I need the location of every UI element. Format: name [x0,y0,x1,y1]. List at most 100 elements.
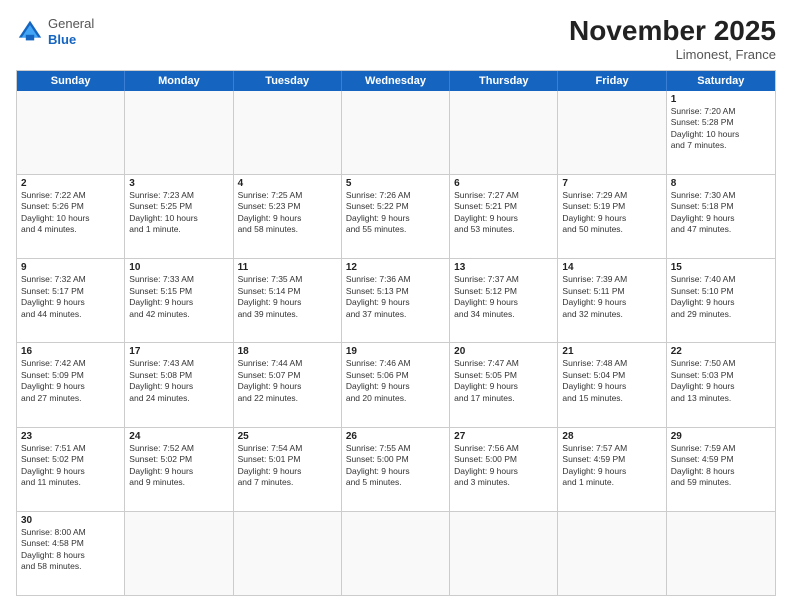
cell-date: 8 [671,178,771,189]
cell-info: Sunrise: 7:50 AM Sunset: 5:03 PM Dayligh… [671,358,771,404]
cell-date: 26 [346,431,445,442]
cell-info: Sunrise: 7:29 AM Sunset: 5:19 PM Dayligh… [562,190,661,236]
cell-info: Sunrise: 7:54 AM Sunset: 5:01 PM Dayligh… [238,443,337,489]
calendar-cell: 11Sunrise: 7:35 AM Sunset: 5:14 PM Dayli… [234,259,342,342]
cell-date: 14 [562,262,661,273]
calendar-cell: 1Sunrise: 7:20 AM Sunset: 5:28 PM Daylig… [667,91,775,174]
cell-info: Sunrise: 7:23 AM Sunset: 5:25 PM Dayligh… [129,190,228,236]
cell-date: 7 [562,178,661,189]
calendar-row-3: 16Sunrise: 7:42 AM Sunset: 5:09 PM Dayli… [17,342,775,426]
calendar-cell: 23Sunrise: 7:51 AM Sunset: 5:02 PM Dayli… [17,428,125,511]
calendar-cell: 15Sunrise: 7:40 AM Sunset: 5:10 PM Dayli… [667,259,775,342]
cell-date: 20 [454,346,553,357]
calendar-cell: 18Sunrise: 7:44 AM Sunset: 5:07 PM Dayli… [234,343,342,426]
cell-date: 23 [21,431,120,442]
calendar-cell [17,91,125,174]
calendar-cell: 4Sunrise: 7:25 AM Sunset: 5:23 PM Daylig… [234,175,342,258]
day-header-tuesday: Tuesday [234,71,342,91]
calendar-cell: 29Sunrise: 7:59 AM Sunset: 4:59 PM Dayli… [667,428,775,511]
calendar-cell: 2Sunrise: 7:22 AM Sunset: 5:26 PM Daylig… [17,175,125,258]
cell-date: 24 [129,431,228,442]
calendar-cell: 22Sunrise: 7:50 AM Sunset: 5:03 PM Dayli… [667,343,775,426]
day-header-saturday: Saturday [667,71,775,91]
cell-info: Sunrise: 7:32 AM Sunset: 5:17 PM Dayligh… [21,274,120,320]
calendar-cell: 17Sunrise: 7:43 AM Sunset: 5:08 PM Dayli… [125,343,233,426]
calendar-cell [234,512,342,595]
cell-info: Sunrise: 7:40 AM Sunset: 5:10 PM Dayligh… [671,274,771,320]
day-headers: SundayMondayTuesdayWednesdayThursdayFrid… [17,71,775,91]
calendar-cell: 10Sunrise: 7:33 AM Sunset: 5:15 PM Dayli… [125,259,233,342]
cell-date: 1 [671,94,771,105]
cell-info: Sunrise: 7:48 AM Sunset: 5:04 PM Dayligh… [562,358,661,404]
header: General Blue November 2025 Limonest, Fra… [16,16,776,62]
cell-info: Sunrise: 7:55 AM Sunset: 5:00 PM Dayligh… [346,443,445,489]
calendar-row-0: 1Sunrise: 7:20 AM Sunset: 5:28 PM Daylig… [17,91,775,174]
cell-date: 6 [454,178,553,189]
cell-info: Sunrise: 7:36 AM Sunset: 5:13 PM Dayligh… [346,274,445,320]
cell-info: Sunrise: 7:46 AM Sunset: 5:06 PM Dayligh… [346,358,445,404]
calendar-cell [450,91,558,174]
calendar-row-1: 2Sunrise: 7:22 AM Sunset: 5:26 PM Daylig… [17,174,775,258]
cell-date: 22 [671,346,771,357]
cell-date: 13 [454,262,553,273]
cell-date: 5 [346,178,445,189]
cell-date: 28 [562,431,661,442]
calendar-cell [558,512,666,595]
day-header-monday: Monday [125,71,233,91]
cell-info: Sunrise: 7:52 AM Sunset: 5:02 PM Dayligh… [129,443,228,489]
calendar-cell: 14Sunrise: 7:39 AM Sunset: 5:11 PM Dayli… [558,259,666,342]
calendar-cell [234,91,342,174]
cell-date: 25 [238,431,337,442]
cell-info: Sunrise: 7:39 AM Sunset: 5:11 PM Dayligh… [562,274,661,320]
title-block: November 2025 Limonest, France [569,16,776,62]
location: Limonest, France [569,47,776,62]
calendar-cell [558,91,666,174]
calendar-cell: 25Sunrise: 7:54 AM Sunset: 5:01 PM Dayli… [234,428,342,511]
calendar: SundayMondayTuesdayWednesdayThursdayFrid… [16,70,776,596]
cell-date: 19 [346,346,445,357]
calendar-cell [125,512,233,595]
page: General Blue November 2025 Limonest, Fra… [0,0,792,612]
calendar-cell: 7Sunrise: 7:29 AM Sunset: 5:19 PM Daylig… [558,175,666,258]
calendar-cell: 19Sunrise: 7:46 AM Sunset: 5:06 PM Dayli… [342,343,450,426]
cell-info: Sunrise: 7:35 AM Sunset: 5:14 PM Dayligh… [238,274,337,320]
cell-date: 29 [671,431,771,442]
cell-date: 4 [238,178,337,189]
cell-info: Sunrise: 7:37 AM Sunset: 5:12 PM Dayligh… [454,274,553,320]
cell-info: Sunrise: 7:22 AM Sunset: 5:26 PM Dayligh… [21,190,120,236]
cell-date: 2 [21,178,120,189]
calendar-cell: 27Sunrise: 7:56 AM Sunset: 5:00 PM Dayli… [450,428,558,511]
calendar-cell [342,512,450,595]
cell-date: 27 [454,431,553,442]
calendar-cell: 26Sunrise: 7:55 AM Sunset: 5:00 PM Dayli… [342,428,450,511]
cell-info: Sunrise: 7:59 AM Sunset: 4:59 PM Dayligh… [671,443,771,489]
calendar-cell [125,91,233,174]
cell-date: 3 [129,178,228,189]
calendar-cell: 20Sunrise: 7:47 AM Sunset: 5:05 PM Dayli… [450,343,558,426]
cell-info: Sunrise: 7:57 AM Sunset: 4:59 PM Dayligh… [562,443,661,489]
cell-info: Sunrise: 7:33 AM Sunset: 5:15 PM Dayligh… [129,274,228,320]
cell-date: 11 [238,262,337,273]
logo-blue-text: Blue [48,32,76,47]
calendar-cell: 3Sunrise: 7:23 AM Sunset: 5:25 PM Daylig… [125,175,233,258]
cell-info: Sunrise: 7:30 AM Sunset: 5:18 PM Dayligh… [671,190,771,236]
calendar-cell: 9Sunrise: 7:32 AM Sunset: 5:17 PM Daylig… [17,259,125,342]
calendar-cell [450,512,558,595]
cell-info: Sunrise: 7:25 AM Sunset: 5:23 PM Dayligh… [238,190,337,236]
logo-general-text: General [48,16,94,31]
cell-date: 30 [21,515,120,526]
cell-date: 9 [21,262,120,273]
calendar-cell [667,512,775,595]
cell-info: Sunrise: 8:00 AM Sunset: 4:58 PM Dayligh… [21,527,120,573]
day-header-sunday: Sunday [17,71,125,91]
calendar-cell: 21Sunrise: 7:48 AM Sunset: 5:04 PM Dayli… [558,343,666,426]
calendar-cell: 8Sunrise: 7:30 AM Sunset: 5:18 PM Daylig… [667,175,775,258]
day-header-thursday: Thursday [450,71,558,91]
cell-info: Sunrise: 7:47 AM Sunset: 5:05 PM Dayligh… [454,358,553,404]
calendar-cell: 13Sunrise: 7:37 AM Sunset: 5:12 PM Dayli… [450,259,558,342]
day-header-wednesday: Wednesday [342,71,450,91]
cell-date: 17 [129,346,228,357]
cell-info: Sunrise: 7:26 AM Sunset: 5:22 PM Dayligh… [346,190,445,236]
day-header-friday: Friday [558,71,666,91]
cell-info: Sunrise: 7:27 AM Sunset: 5:21 PM Dayligh… [454,190,553,236]
